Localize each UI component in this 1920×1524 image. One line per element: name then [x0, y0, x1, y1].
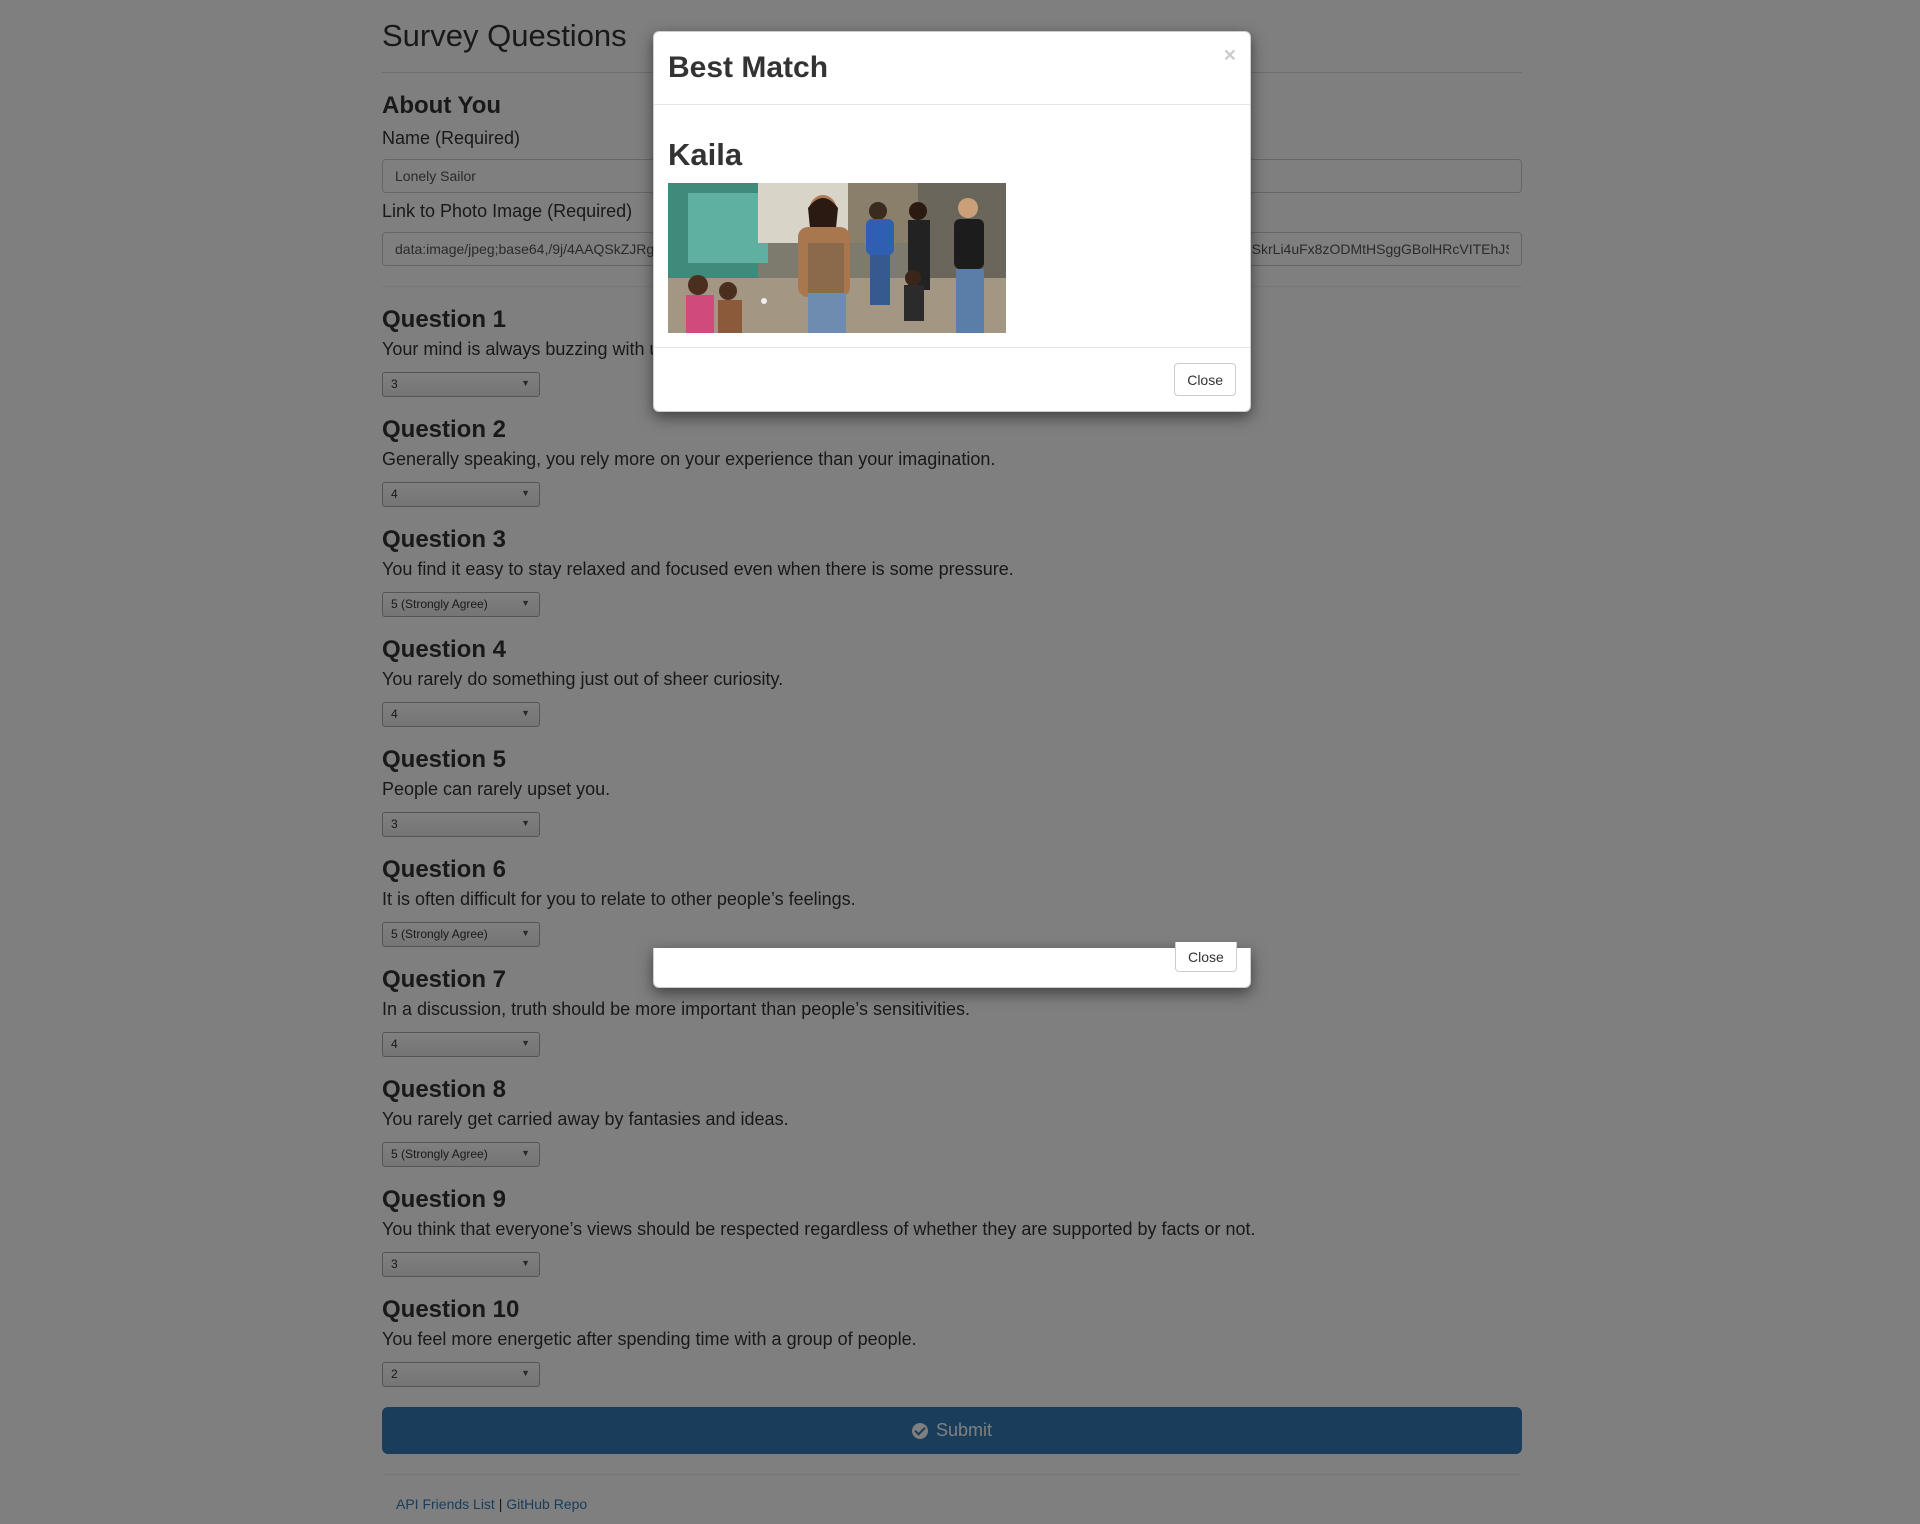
- modal-header: Best Match ×: [654, 32, 1250, 105]
- match-photo: [668, 183, 1006, 333]
- close-button[interactable]: Close: [1174, 363, 1236, 396]
- modal-footer: Close: [654, 347, 1250, 413]
- best-match-modal: Best Match × Kaila Close: [653, 31, 1251, 412]
- background-close-button[interactable]: Close: [1175, 942, 1237, 972]
- match-name: Kaila: [668, 137, 743, 172]
- close-icon[interactable]: ×: [1224, 44, 1236, 68]
- modal-title: Best Match: [668, 51, 829, 84]
- background-modal: Close: [653, 942, 1251, 988]
